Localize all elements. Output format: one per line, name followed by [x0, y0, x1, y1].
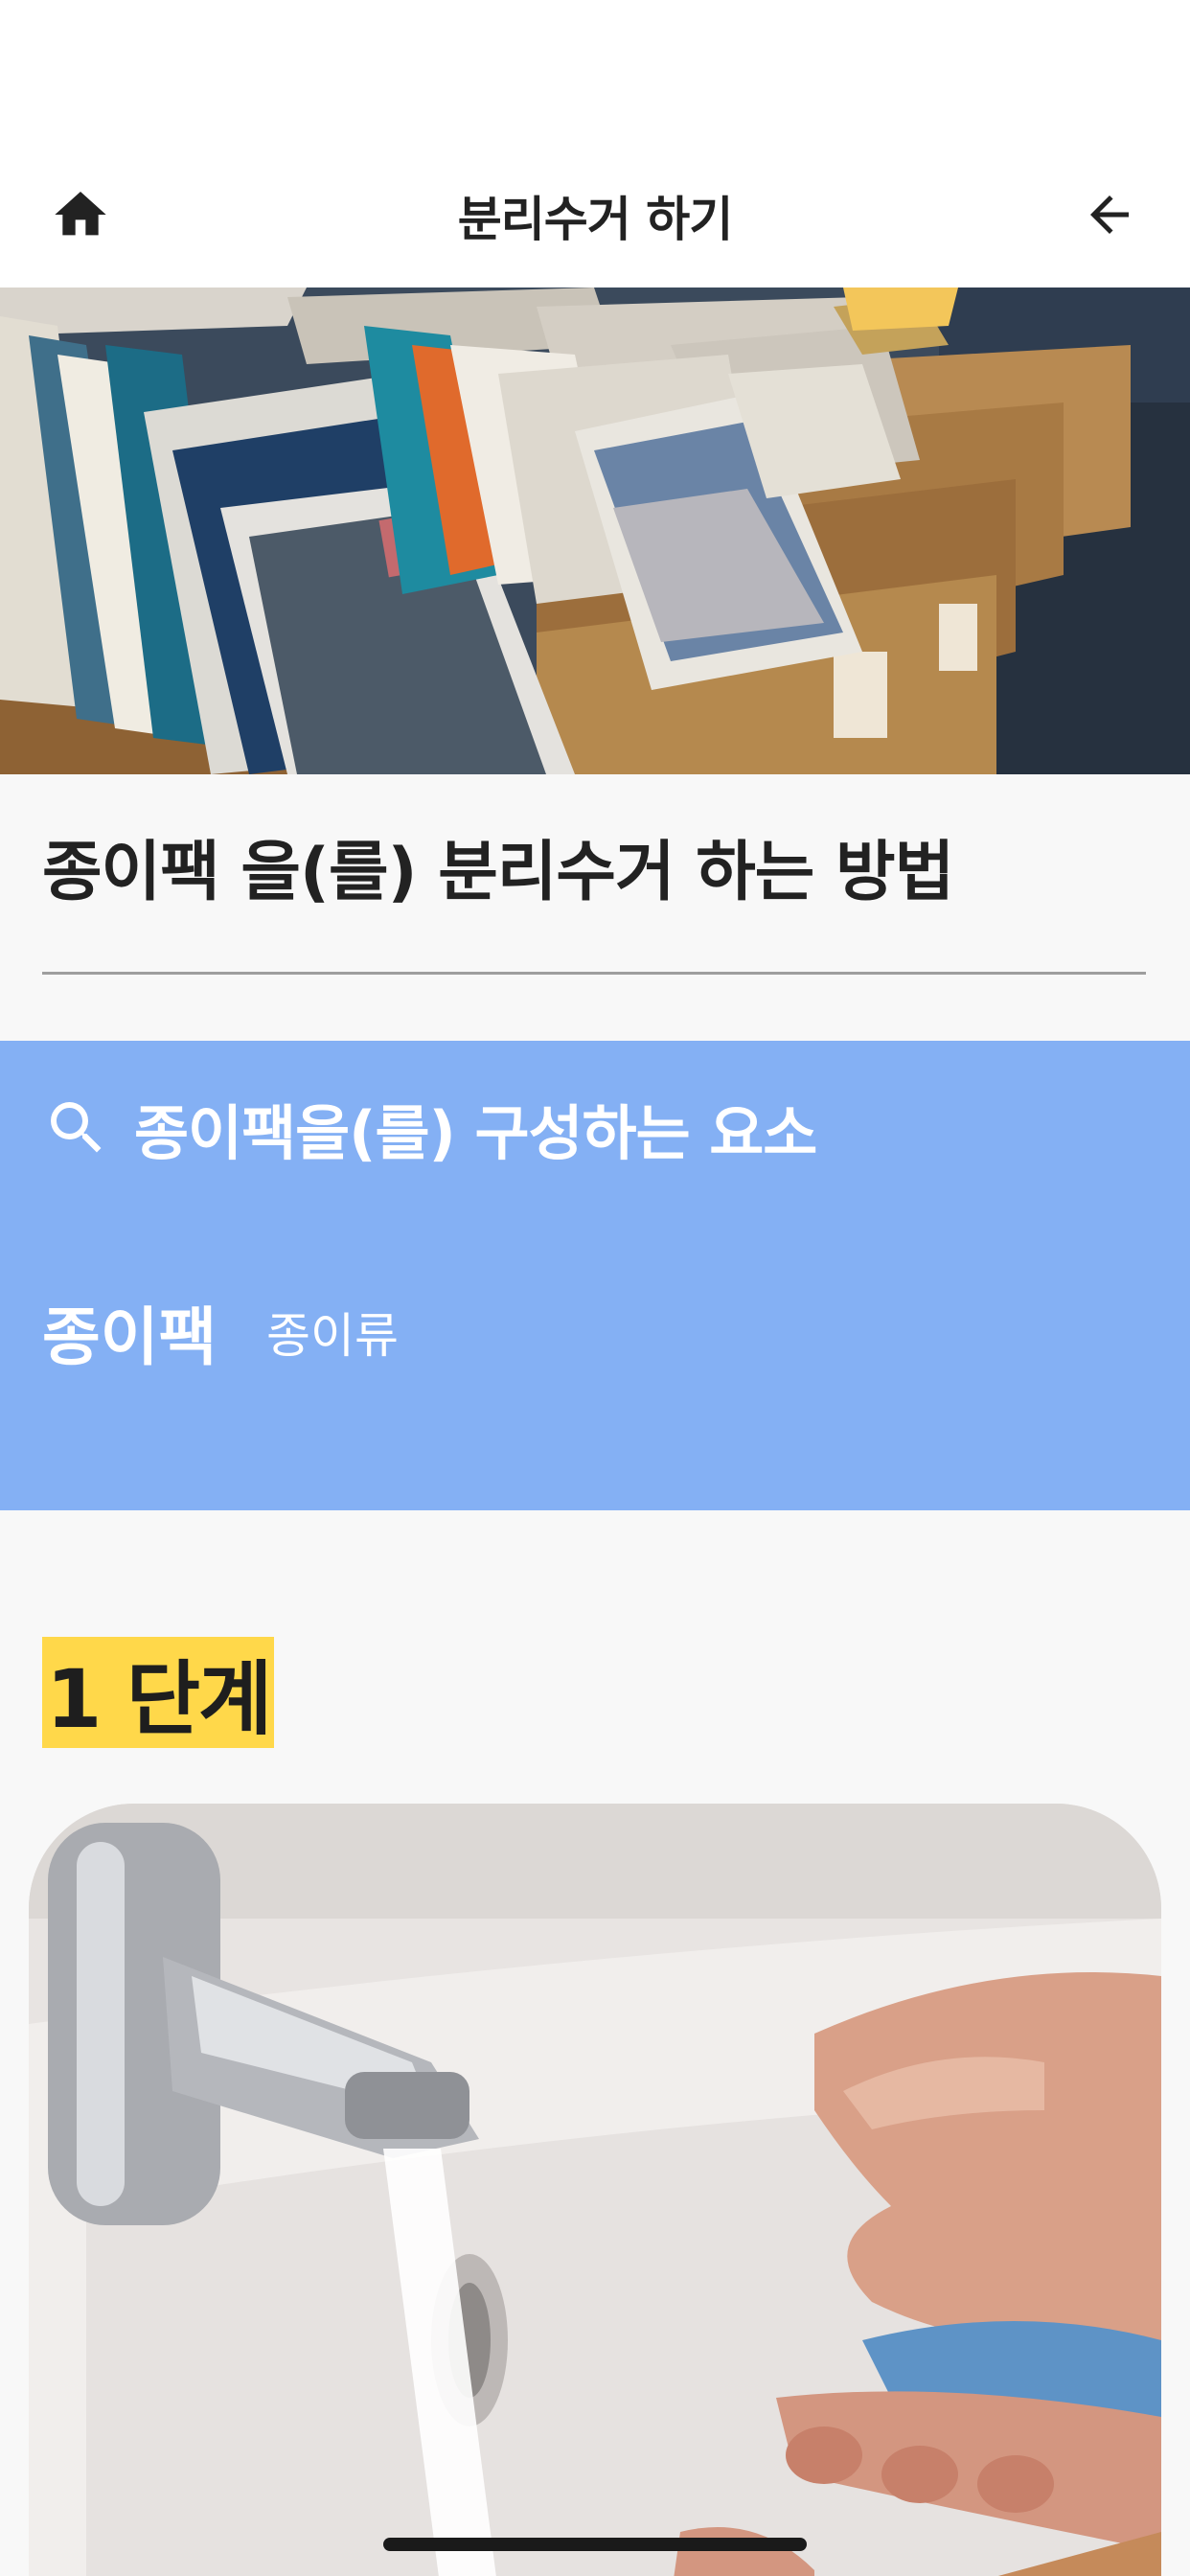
arrow-left-icon [1090, 196, 1129, 234]
step-image [29, 1804, 1161, 2576]
home-indicator[interactable] [383, 2538, 807, 2551]
screen: 분리수거 하기 종이팩 을(를) 분리수거 하는 방법 종이팩을(를) 구성하는… [0, 0, 1190, 2576]
components-header: 종이팩을(를) 구성하는 요소 [42, 1085, 817, 1171]
components-label: 종이팩을(를) 구성하는 요소 [134, 1098, 817, 1168]
title-section: 종이팩 을(를) 분리수거 하는 방법 [0, 774, 1190, 1041]
step-label: 1 단계 [42, 1637, 275, 1748]
search-icon [51, 1102, 102, 1153]
hero-image [0, 288, 1190, 774]
status-bar-area [0, 0, 1190, 144]
app-bar: 분리수거 하기 [0, 144, 1190, 288]
guide-heading: 종이팩 을(를) 분리수거 하는 방법 [42, 835, 954, 910]
page-title: 분리수거 하기 [457, 192, 733, 247]
component-name: 종이팩 [42, 1300, 217, 1374]
back-button[interactable] [1075, 180, 1144, 249]
home-icon [55, 192, 106, 236]
component-category: 종이류 [266, 1308, 399, 1364]
components-panel: 종이팩을(를) 구성하는 요소 종이팩 종이류 [0, 1041, 1190, 1510]
divider [42, 972, 1146, 975]
home-button[interactable] [46, 180, 115, 249]
